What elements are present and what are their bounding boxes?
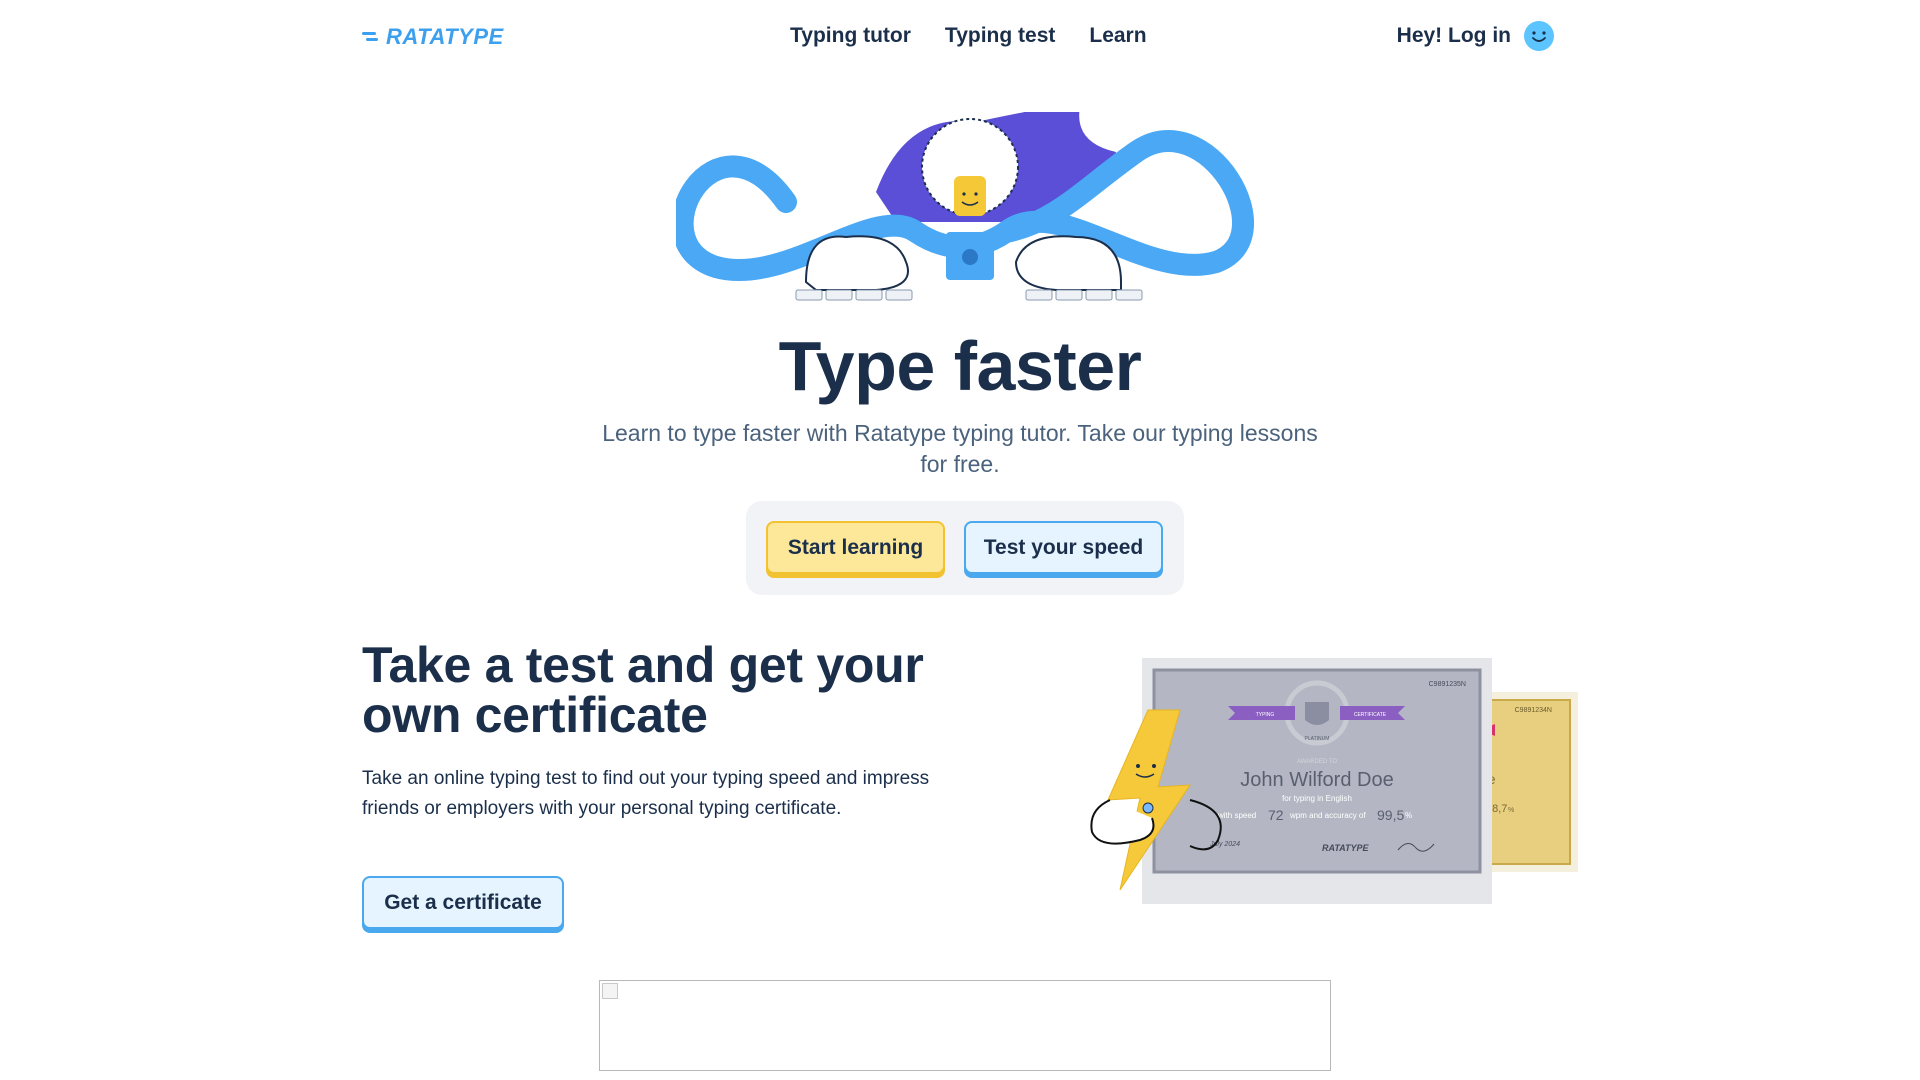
logo-text: RATATYPE: [386, 24, 504, 49]
back-cert-accuracy-unit: %: [1508, 807, 1514, 814]
hero-subtitle: Learn to type faster with Ratatype typin…: [602, 420, 1318, 477]
cert-language: for typing in English: [1282, 794, 1352, 803]
get-certificate-button[interactable]: Get a certificate: [362, 876, 564, 929]
main-nav: Typing tutor Typing test Learn: [790, 24, 1147, 48]
hero-title: Type faster: [778, 327, 1142, 405]
nav-typing-tutor[interactable]: Typing tutor: [790, 24, 911, 48]
ad-banner-placeholder[interactable]: [599, 980, 1331, 1071]
cert-ribbon-right: CERTIFICATE: [1354, 712, 1387, 718]
broken-image-icon: [602, 983, 618, 999]
cert-speed-unit: wpm and accuracy of: [1289, 811, 1366, 820]
ratatype-logo[interactable]: RATATYPE: [362, 24, 504, 50]
cert-speed: 72: [1268, 807, 1284, 823]
hero-typing-hero-illustration: [676, 112, 1254, 301]
cert-accuracy-unit: %: [1405, 811, 1412, 820]
login-link[interactable]: Hey! Log in: [1397, 20, 1555, 52]
cert-level: PLATINUM: [1305, 736, 1330, 742]
cert-accuracy: 99,5: [1377, 807, 1404, 823]
logo-speed-lines-icon: [362, 32, 378, 41]
cert-speed-prefix: with speed: [1217, 811, 1256, 820]
site-header: RATATYPE Typing tutor Typing test Learn …: [0, 0, 1920, 76]
test-speed-button[interactable]: Test your speed: [964, 521, 1163, 574]
back-cert-id: C9891234N: [1515, 707, 1552, 714]
certificate-section-text: Take an online typing test to find out y…: [362, 768, 930, 819]
cert-name: John Wilford Doe: [1240, 769, 1393, 791]
cert-id: C9891235N: [1429, 681, 1466, 688]
cert-awarded-to: AWARDED TO: [1297, 759, 1337, 765]
nav-learn[interactable]: Learn: [1089, 24, 1146, 48]
certificate-illustration: C9891234N oe 98,7 % C9891235N TYPING CER…: [1090, 658, 1578, 904]
smiley-avatar-icon: [1524, 21, 1554, 51]
start-learning-button[interactable]: Start learning: [766, 521, 945, 574]
cert-brand: RATATYPE: [1322, 843, 1369, 853]
cert-ribbon-left: TYPING: [1256, 712, 1275, 718]
certificate-section-title: Take a test and get your own certificate: [362, 637, 924, 743]
login-label: Hey! Log in: [1396, 24, 1511, 47]
nav-typing-test[interactable]: Typing test: [945, 24, 1055, 48]
